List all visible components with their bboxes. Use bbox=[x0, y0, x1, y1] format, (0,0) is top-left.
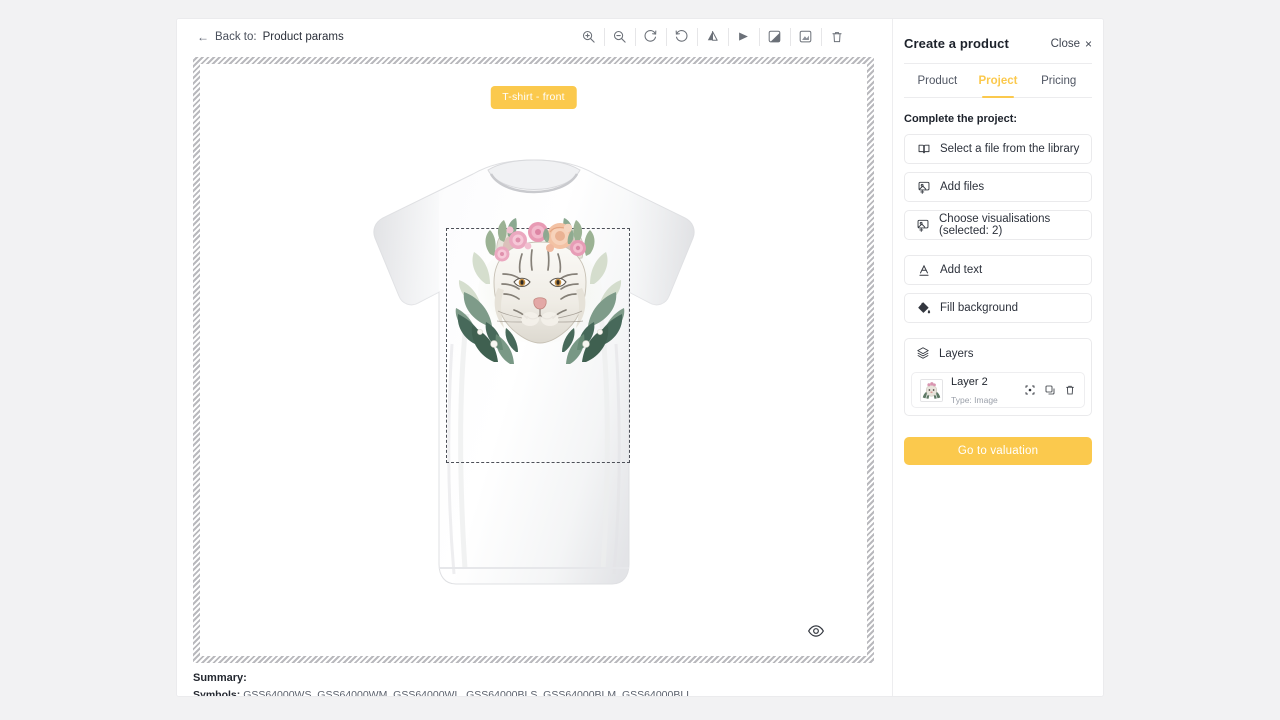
layer-type: Type: Image bbox=[951, 395, 998, 405]
view-badge: T-shirt - front bbox=[490, 86, 577, 109]
create-product-panel: Create a product Close × Product Project… bbox=[893, 19, 1103, 696]
editor-toolbar: ← Back to: Product params bbox=[177, 19, 892, 54]
layer-thumbnail bbox=[920, 378, 943, 402]
center-icon[interactable] bbox=[1024, 384, 1036, 396]
section-label-complete-project: Complete the project: bbox=[904, 113, 1018, 125]
add-text-label: Add text bbox=[940, 264, 983, 276]
layers-header[interactable]: Layers bbox=[905, 339, 1091, 369]
choose-visualisations-button[interactable]: Choose visualisations (selected: 2) bbox=[904, 210, 1092, 240]
layer-actions bbox=[1024, 384, 1076, 396]
design-canvas[interactable]: T-shirt - front bbox=[200, 64, 867, 656]
summary-block: Summary: Symbols: GSS64000WS, GSS64000WM… bbox=[193, 669, 876, 697]
fill-background-label: Fill background bbox=[940, 302, 1018, 314]
add-files-label: Add files bbox=[940, 181, 985, 193]
rotate-right-button[interactable] bbox=[635, 23, 666, 51]
close-panel-button[interactable]: Close × bbox=[1051, 38, 1092, 50]
panel-header: Create a product Close × bbox=[904, 19, 1092, 63]
book-icon bbox=[916, 142, 931, 156]
group-divider bbox=[904, 331, 1092, 338]
contrast-button[interactable] bbox=[759, 23, 790, 51]
editor-pane: ← Back to: Product params T-shirt - fron… bbox=[177, 19, 893, 696]
transform-tool-group bbox=[573, 19, 852, 54]
tab-pricing[interactable]: Pricing bbox=[1028, 64, 1089, 97]
go-to-valuation-button[interactable]: Go to valuation bbox=[904, 437, 1092, 465]
close-label: Close bbox=[1050, 37, 1080, 50]
layers-panel: Layers Layer 2 Type: Image bbox=[904, 338, 1092, 416]
summary-title: Summary: bbox=[193, 672, 247, 684]
artwork-selection-frame[interactable] bbox=[446, 228, 630, 463]
duplicate-icon[interactable] bbox=[1044, 384, 1056, 396]
panel-title: Create a product bbox=[904, 36, 1009, 51]
back-target: Product params bbox=[262, 30, 344, 43]
flip-horizontal-button[interactable] bbox=[728, 23, 759, 51]
back-to-product-params-link[interactable]: ← Back to: Product params bbox=[197, 31, 344, 43]
image-plus-icon bbox=[916, 180, 931, 194]
delete-icon[interactable] bbox=[1064, 384, 1076, 396]
layers-icon bbox=[916, 346, 930, 363]
layer-meta: Layer 2 Type: Image bbox=[951, 372, 1016, 409]
select-file-from-library-label: Select a file from the library bbox=[940, 143, 1080, 155]
choose-visualisations-label: Choose visualisations (selected: 2) bbox=[939, 213, 1051, 237]
zoom-in-button[interactable] bbox=[573, 23, 604, 51]
layers-header-label: Layers bbox=[939, 348, 974, 360]
back-label: Back to: bbox=[215, 30, 257, 43]
tab-product[interactable]: Product bbox=[907, 64, 968, 97]
delete-button[interactable] bbox=[821, 23, 852, 51]
back-arrow-icon: ← bbox=[197, 29, 209, 44]
select-file-from-library-button[interactable]: Select a file from the library bbox=[904, 134, 1092, 164]
add-files-button[interactable]: Add files bbox=[904, 172, 1092, 202]
layer-name: Layer 2 bbox=[951, 375, 988, 388]
fill-background-button[interactable]: Fill background bbox=[904, 293, 1092, 323]
image-plus-icon bbox=[916, 218, 930, 232]
brightness-button[interactable] bbox=[790, 23, 821, 51]
text-icon bbox=[916, 263, 931, 277]
close-icon: × bbox=[1084, 36, 1092, 51]
summary-symbols-value: GSS64000WS, GSS64000WM, GSS64000WL, GSS6… bbox=[243, 689, 693, 697]
preview-eye-button[interactable] bbox=[803, 618, 829, 644]
group-divider bbox=[904, 248, 1092, 255]
flip-vertical-button[interactable] bbox=[697, 23, 728, 51]
panel-tabs: Product Project Pricing bbox=[904, 63, 1092, 98]
zoom-out-button[interactable] bbox=[604, 23, 635, 51]
add-text-button[interactable]: Add text bbox=[904, 255, 1092, 285]
app-window: ← Back to: Product params T-shirt - fron… bbox=[176, 18, 1104, 697]
rotate-left-button[interactable] bbox=[666, 23, 697, 51]
layer-item[interactable]: Layer 2 Type: Image bbox=[911, 372, 1085, 408]
paint-bucket-icon bbox=[916, 301, 931, 315]
canvas-hatched-border: T-shirt - front bbox=[193, 57, 874, 663]
tab-project[interactable]: Project bbox=[968, 64, 1029, 98]
summary-symbols-row: Symbols: GSS64000WS, GSS64000WM, GSS6400… bbox=[193, 687, 876, 697]
summary-symbols-label: Symbols: bbox=[193, 689, 241, 697]
